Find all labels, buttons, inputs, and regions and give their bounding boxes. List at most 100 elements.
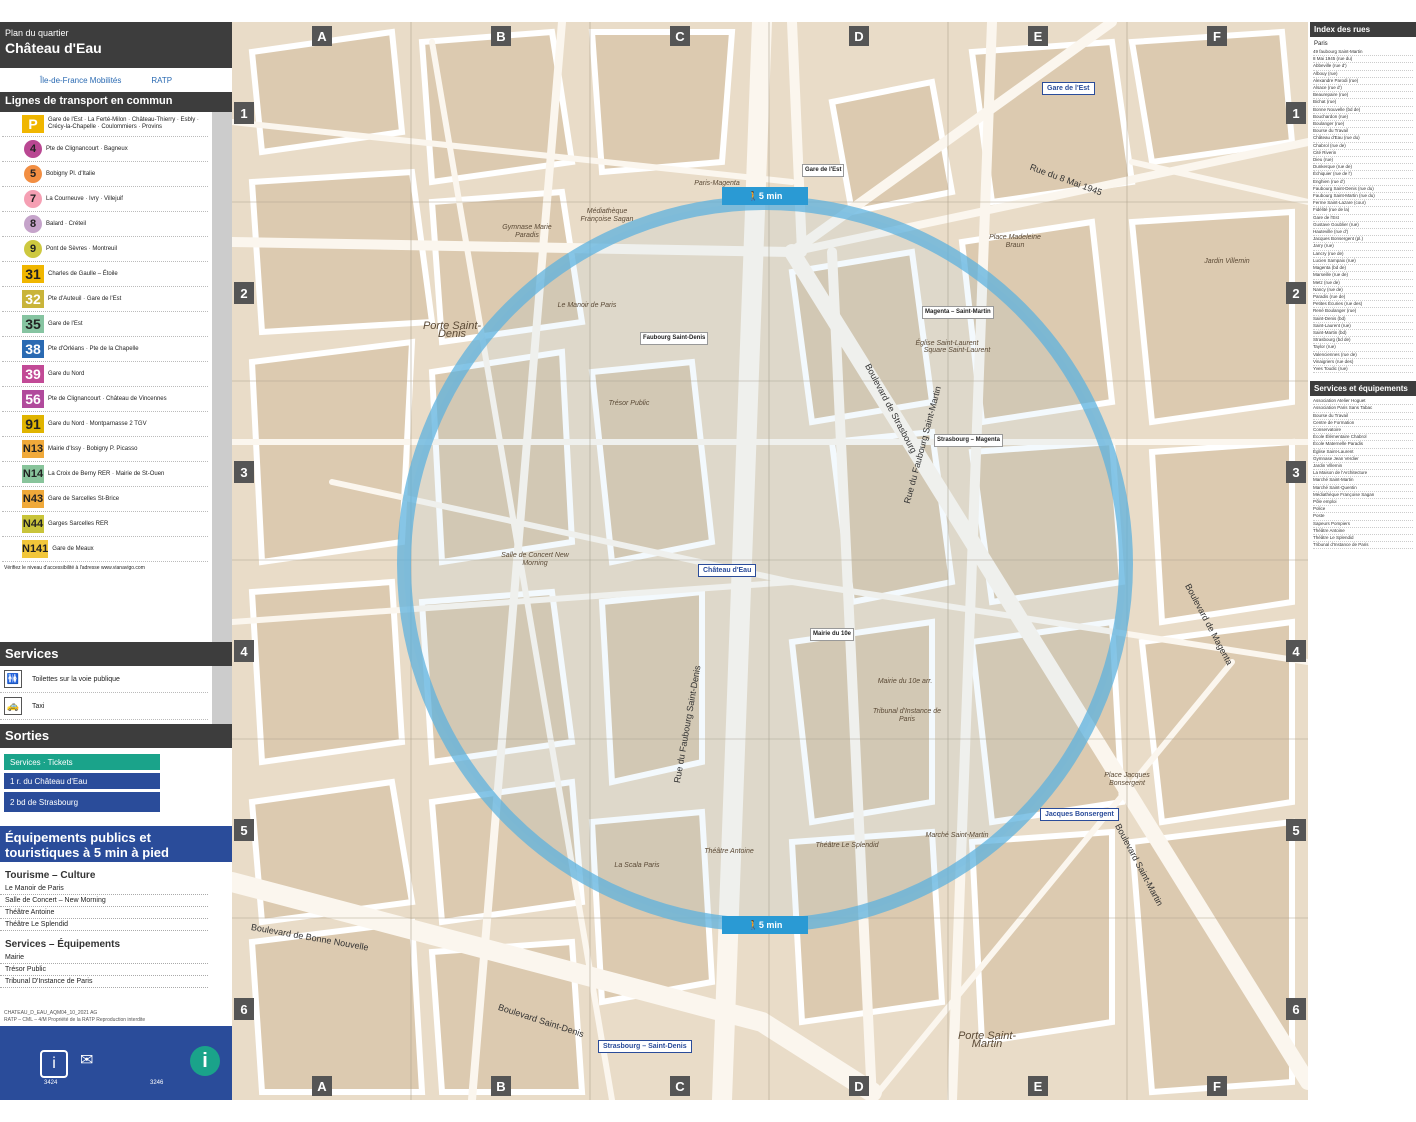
index-street-name: Jarry (rue) <box>1313 243 1334 249</box>
index-street-name: Bichat (rue) <box>1313 99 1337 105</box>
bus-stop-magenta-saint-martin[interactable]: Magenta – Saint-Martin <box>922 306 994 319</box>
index-street-row: Petites Écuries (rue des) <box>1313 301 1413 309</box>
bus-stop-strasbourg-magenta[interactable]: Strasbourg – Magenta <box>934 434 1004 447</box>
index-street-row: Bichat (rue) <box>1313 99 1413 107</box>
bus-stop-name: Magenta – Saint-Martin <box>925 309 991 315</box>
index-street-row: Vinaigriers (rue des) <box>1313 359 1413 366</box>
metro-line-badge: 5 <box>24 165 42 183</box>
station-strasbourg-saint-denis[interactable]: Strasbourg – Saint-Denis <box>598 1040 692 1053</box>
grid-col-f-bottom: F <box>1207 1076 1227 1096</box>
culture-item[interactable]: Le Manoir de Paris <box>0 883 208 895</box>
exit-item[interactable]: 2 bd de Strasbourg <box>4 792 160 812</box>
bus-line-badge: 31 <box>22 265 44 283</box>
copyright: RATP – CML – 4/M Propriété de la RATP Re… <box>4 1017 146 1023</box>
index-street-row: Strasbourg (bd de) <box>1313 337 1413 345</box>
services-title: Services <box>0 642 232 666</box>
map-place-label: Théâtre Antoine <box>704 848 754 855</box>
plan-header: Plan du quartier Château d'Eau <box>0 22 232 68</box>
index-service-name: La Maison de l'Architecture <box>1313 470 1368 476</box>
index-street-name: 8 Mai 1945 (rue du) <box>1313 56 1353 62</box>
bus-line-row: 56 Pte de Clignancourt · Château de Vince… <box>2 387 208 412</box>
map-place-label: Marché Saint-Martin <box>925 832 989 839</box>
index-street-row: Saint-Laurent (rue) <box>1313 323 1413 330</box>
index-service-row: Théâtre Antoine <box>1313 528 1413 535</box>
phone-1: 3424 <box>44 1080 58 1086</box>
line-destination: Pte d'Orléans · Pte de la Chapelle <box>48 345 139 352</box>
index-street-name: Dieu (rue) <box>1313 157 1334 163</box>
index-service-name: Marché Saint-Martin <box>1313 477 1354 483</box>
index-street-row: Gare de l'Est <box>1313 215 1413 222</box>
map-svg <box>232 22 1308 1100</box>
bus-stop-faubourg-saint-denis[interactable]: Faubourg Saint-Denis <box>640 332 709 345</box>
index-street-row: Jacques Bonsergent (pl.) <box>1313 236 1413 244</box>
bus-stop-gare-est[interactable]: Gare de l'Est <box>802 164 845 177</box>
lines-list: P Gare de l'Est · La Ferté-Milon · Châtea… <box>0 112 232 642</box>
exit-item[interactable]: Services · Tickets <box>4 754 160 770</box>
index-street-name: Ferme Saint-Lazare (cour) <box>1313 200 1366 206</box>
noctilien-line-badge: N141 <box>22 540 49 558</box>
exit-item[interactable]: 1 r. du Château d'Eau <box>4 773 160 789</box>
index-street-name: Saint-Denis (bd) <box>1313 315 1346 321</box>
index-service-row: École Maternelle Paradis <box>1313 441 1413 449</box>
index-panel: Index des rues Paris 49 faubourg Saint-M… <box>1310 22 1416 1100</box>
station-jacques-bonsergent[interactable]: Jacques Bonsergent <box>1040 808 1119 821</box>
index-street-row: Bourse du Travail <box>1313 128 1413 136</box>
line-destination: Garges Sarcelles RER <box>48 520 109 527</box>
rer-line-row: P Gare de l'Est · La Ferté-Milon · Châtea… <box>2 112 208 137</box>
index-street-row: Valenciennes (rue de) <box>1313 352 1413 359</box>
exits-title: Sorties <box>0 724 232 748</box>
equipment-item[interactable]: Tribunal D'Instance de Paris <box>0 976 208 988</box>
place-title: Château d'Eau <box>5 40 102 56</box>
index-service-row: Centre de Formation <box>1313 420 1413 427</box>
index-street-row: Saint-Denis (bd) <box>1313 316 1413 323</box>
station-gare-de-lest[interactable]: Gare de l'Est <box>1042 82 1095 95</box>
index-street-row: Taylor (rue) <box>1313 344 1413 352</box>
index-street-row: Nancy (rue de) <box>1313 287 1413 294</box>
bus-stop-mairie-10e[interactable]: Mairie du 10e <box>810 628 855 641</box>
index-street-row: Faubourg Saint-Denis (rue du) <box>1313 186 1413 194</box>
idf-logo: Île-de-France Mobilités <box>40 75 122 85</box>
index-service-name: Association Paris Sans Tabac <box>1313 405 1373 411</box>
index-street-row: Chabrol (rue de) <box>1313 143 1413 150</box>
culture-item[interactable]: Salle de Concert – New Morning <box>0 895 208 907</box>
index-street-name: Château d'Eau (rue du) <box>1313 135 1360 141</box>
line-destination: Pte de Clignancourt · Bagneux <box>46 145 128 152</box>
grid-row-1-right: 1 <box>1286 102 1306 124</box>
index-street-name: Boulanger (rue) <box>1313 121 1345 127</box>
index-street-row: Échiquier (rue de l') <box>1313 171 1413 179</box>
equipment-item[interactable]: Trésor Public <box>0 964 208 976</box>
index-service-name: Théâtre Antoine <box>1313 527 1345 533</box>
grid-row-2-left: 2 <box>234 282 254 304</box>
grid-row-3-right: 3 <box>1286 461 1306 483</box>
culture-item[interactable]: Théâtre Antoine <box>0 907 208 919</box>
line-destination: Charles de Gaulle – Étoile <box>48 270 118 277</box>
neighborhood-map[interactable]: A B C D E F A B C D E F 1 2 3 4 5 6 1 2 … <box>232 22 1308 1100</box>
index-street-name: Lancry (rue de) <box>1313 250 1344 256</box>
map-place-label: Square Saint-Laurent <box>923 347 991 354</box>
grid-row-5-right: 5 <box>1286 819 1306 841</box>
culture-item[interactable]: Théâtre Le Splendid <box>0 919 208 931</box>
line-destination: La Croix de Berny RER · Mairie de St-Oue… <box>48 470 165 477</box>
index-street-row: Lucien Sampaix (rue) <box>1313 258 1413 266</box>
index-service-row: Théâtre Le Splendid <box>1313 535 1413 543</box>
index-street-row: Metz (rue de) <box>1313 280 1413 287</box>
index-street-name: Gustave Goublier (rue) <box>1313 221 1359 227</box>
index-street-name: 49 faubourg Saint-Martin <box>1313 49 1363 54</box>
grid-col-c-top: C <box>670 26 690 46</box>
index-street-name: Saint-Martin (bd) <box>1313 329 1347 335</box>
grid-col-a-bottom: A <box>312 1076 332 1096</box>
index-service-row: Sapeurs Pompiers <box>1313 521 1413 528</box>
index-service-name: Pôle emploi <box>1313 498 1337 504</box>
index-service-row: Pôle emploi <box>1313 498 1413 507</box>
grid-col-f-top: F <box>1207 26 1227 46</box>
index-street-name: Abbeville (rue d') <box>1313 63 1347 69</box>
index-city: Paris <box>1314 41 1328 47</box>
map-place-label: Jardin Villemin <box>1204 258 1250 265</box>
grid-col-e-top: E <box>1028 26 1048 46</box>
index-service-name: Sapeurs Pompiers <box>1313 520 1351 526</box>
service-row: 🚕 Taxi <box>0 693 208 720</box>
equipment-item[interactable]: Mairie <box>0 952 208 964</box>
station-chateau-deau[interactable]: Château d'Eau <box>698 564 757 577</box>
plan-label: Plan du quartier <box>5 28 69 38</box>
grid-col-c-bottom: C <box>670 1076 690 1096</box>
